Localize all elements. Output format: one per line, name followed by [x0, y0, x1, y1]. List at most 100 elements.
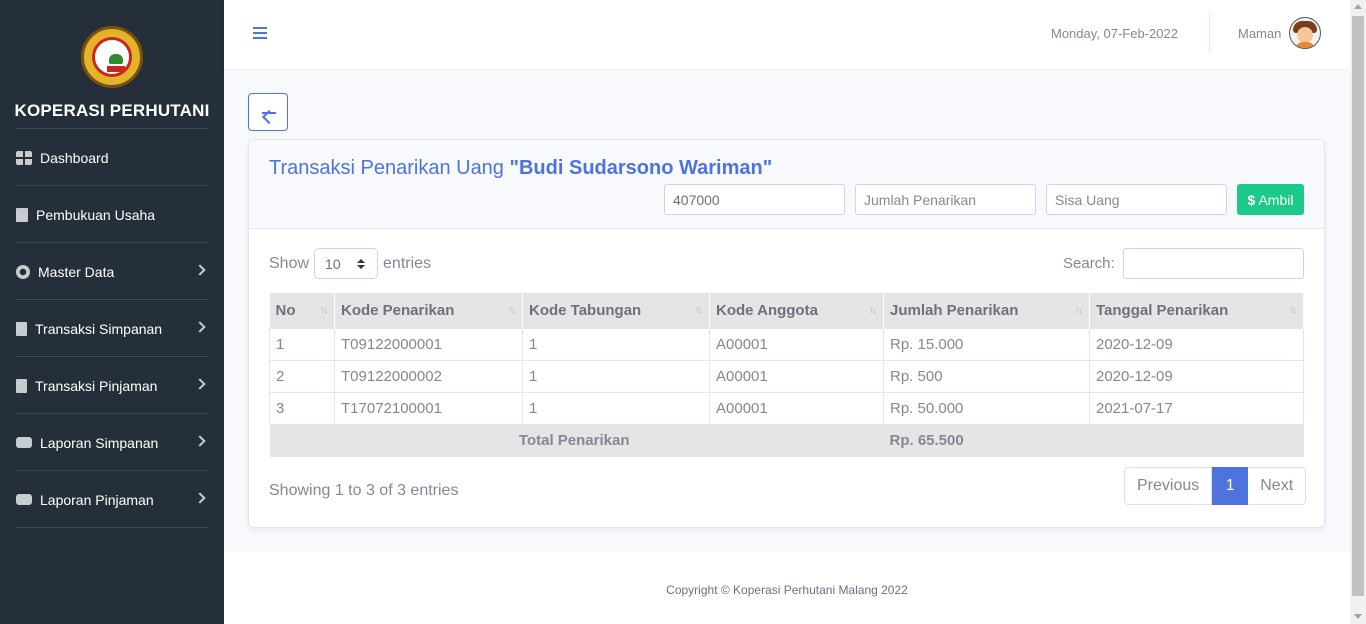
sidebar: KOPERASI PERHUTANI Dashboard Pembukuan U… [0, 0, 224, 624]
column-header-kode-anggota[interactable]: Kode Anggota ↑↓ [709, 293, 884, 328]
table-row: 2 T09122000002 1 A00001 Rp. 500 2020-12-… [269, 359, 1304, 393]
print-icon [16, 494, 32, 505]
divider [1209, 14, 1210, 52]
search-label: Search: [1063, 255, 1115, 272]
cell-kode-anggota: A00001 [709, 391, 884, 425]
topbar: Monday, 07-Feb-2022 Maman [224, 0, 1350, 69]
sort-icon: ↑↓ [1075, 305, 1083, 316]
file-icon [16, 378, 27, 393]
table-total-row: Total Penarikan Rp. 65.500 [269, 424, 1304, 457]
withdrawal-table: No ↑↓ Kode Penarikan ↑↓ Kode Tabungan ↑↓ Ko… [269, 293, 1304, 457]
brand[interactable]: KOPERASI PERHUTANI [0, 0, 224, 128]
chevron-right-icon [194, 435, 206, 447]
table-row: 3 T17072100001 1 A00001 Rp. 50.000 2021-… [269, 391, 1304, 425]
chevron-right-icon [194, 264, 206, 276]
sidebar-item-label: Transaksi Pinjaman [35, 377, 158, 394]
page-title: Transaksi Penarikan Uang "Budi Sudarsono… [269, 157, 772, 180]
entries-label: entries [383, 254, 432, 272]
sort-icon: ↑↓ [1289, 305, 1297, 316]
scroll-down-icon[interactable] [1354, 614, 1362, 619]
cell-kode-anggota: A00001 [709, 359, 884, 393]
member-name: "Budi Sudarsono Wariman" [509, 157, 773, 179]
ambil-button[interactable]: $ Ambil [1237, 184, 1304, 215]
logo-icon [81, 26, 143, 88]
sisa-uang-input[interactable] [1046, 184, 1227, 215]
avatar[interactable] [1289, 17, 1321, 49]
user-name[interactable]: Maman [1238, 26, 1281, 41]
total-label: Total Penarikan [269, 424, 710, 457]
cell-tanggal-penarikan: 2021-07-17 [1089, 391, 1304, 425]
title-prefix: Transaksi Penarikan Uang [269, 157, 504, 179]
sidebar-item-laporan-simpanan[interactable]: Laporan Simpanan [0, 414, 224, 471]
sidebar-item-pembukuan-usaha[interactable]: Pembukuan Usaha [0, 186, 224, 243]
print-icon [16, 437, 32, 448]
chevron-right-icon [194, 321, 206, 333]
scrollbar-thumb[interactable] [1352, 16, 1364, 596]
total-value: Rp. 65.500 [883, 424, 1090, 457]
total-spacer [709, 424, 884, 457]
cell-kode-anggota: A00001 [709, 327, 884, 361]
next-button[interactable]: Next [1248, 467, 1307, 505]
page-1-button[interactable]: 1 [1212, 467, 1249, 505]
column-header-no[interactable]: No ↑↓ [269, 293, 335, 328]
column-header-kode-tabungan[interactable]: Kode Tabungan ↑↓ [522, 293, 710, 328]
current-date: Monday, 07-Feb-2022 [1051, 26, 1178, 41]
entries-length-control: Show 10 entries [269, 248, 431, 279]
entries-value: 10 [325, 256, 341, 272]
footer: Copyright © Koperasi Perhutani Malang 20… [224, 552, 1350, 624]
sidebar-item-transaksi-pinjaman[interactable]: Transaksi Pinjaman [0, 357, 224, 414]
dollar-icon: $ [1247, 191, 1256, 208]
sidebar-item-transaksi-simpanan[interactable]: Transaksi Simpanan [0, 300, 224, 357]
dashboard-icon [16, 150, 32, 165]
column-header-kode-penarikan[interactable]: Kode Penarikan ↑↓ [334, 293, 523, 328]
sort-icon: ↑↓ [508, 305, 516, 316]
column-header-tanggal-penarikan[interactable]: Tanggal Penarikan ↑↓ [1089, 293, 1304, 328]
sidebar-item-label: Laporan Simpanan [40, 434, 159, 451]
sort-icon: ↑↓ [695, 305, 703, 316]
cell-tanggal-penarikan: 2020-12-09 [1089, 359, 1304, 393]
sort-icon: ↑↓ [869, 305, 877, 316]
sidebar-item-dashboard[interactable]: Dashboard [0, 129, 224, 186]
menu-toggle-icon[interactable] [253, 27, 267, 39]
copyright-text: Copyright © Koperasi Perhutani Malang 20… [666, 583, 908, 597]
sort-up-icon [357, 259, 366, 263]
brand-title: KOPERASI PERHUTANI [14, 101, 210, 120]
search-input[interactable] [1123, 248, 1304, 279]
saldo-field[interactable] [664, 184, 845, 215]
cell-kode-penarikan: T17072100001 [334, 391, 523, 425]
sidebar-item-laporan-pinjaman[interactable]: Laporan Pinjaman [0, 471, 224, 528]
cell-jumlah-penarikan: Rp. 15.000 [883, 327, 1090, 361]
cell-no: 3 [269, 391, 335, 425]
cell-no: 1 [269, 327, 335, 361]
table-row: 1 T09122000001 1 A00001 Rp. 15.000 2020-… [269, 327, 1304, 361]
sidebar-item-label: Dashboard [40, 149, 109, 166]
sidebar-item-label: Pembukuan Usaha [36, 206, 156, 223]
chevron-right-icon [194, 378, 206, 390]
ambil-label: Ambil [1258, 191, 1294, 208]
table-info: Showing 1 to 3 of 3 entries [269, 482, 459, 499]
scroll-up-icon[interactable] [1354, 4, 1362, 9]
cell-kode-tabungan: 1 [522, 359, 710, 393]
cell-tanggal-penarikan: 2020-12-09 [1089, 327, 1304, 361]
cell-kode-tabungan: 1 [522, 391, 710, 425]
cell-kode-tabungan: 1 [522, 327, 710, 361]
cell-jumlah-penarikan: Rp. 500 [883, 359, 1090, 393]
jumlah-penarikan-input[interactable] [855, 184, 1036, 215]
back-button[interactable] [248, 93, 288, 131]
cell-no: 2 [269, 359, 335, 393]
divider [16, 527, 208, 528]
card-header: Transaksi Penarikan Uang "Budi Sudarsono… [249, 140, 1324, 229]
sidebar-item-master-data[interactable]: Master Data [0, 243, 224, 300]
sort-down-icon [357, 265, 366, 269]
chevron-right-icon [194, 492, 206, 504]
column-header-jumlah-penarikan[interactable]: Jumlah Penarikan ↑↓ [883, 293, 1090, 328]
sidebar-item-label: Laporan Pinjaman [40, 491, 154, 508]
cell-kode-penarikan: T09122000002 [334, 359, 523, 393]
entries-select[interactable]: 10 [314, 248, 379, 279]
book-icon [16, 207, 28, 222]
sidebar-item-label: Transaksi Simpanan [35, 320, 163, 337]
cell-kode-penarikan: T09122000001 [334, 327, 523, 361]
previous-button[interactable]: Previous [1124, 467, 1213, 505]
scrollbar[interactable] [1350, 0, 1366, 624]
file-icon [16, 321, 27, 336]
